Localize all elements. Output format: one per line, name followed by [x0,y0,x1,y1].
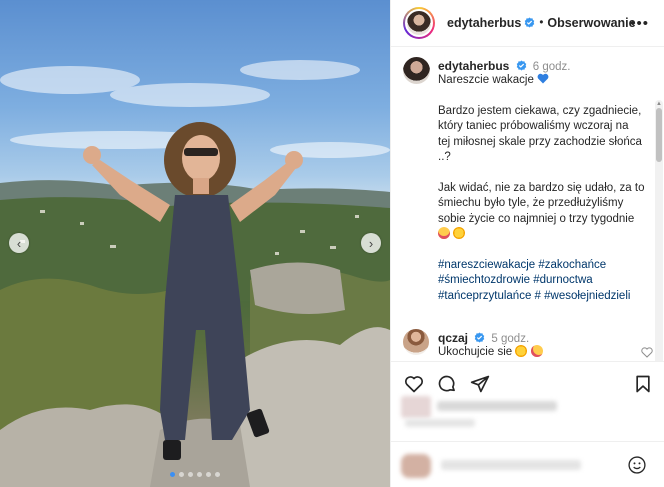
caption-paragraph-2: Bardzo jestem ciekawa, czy zgadniecie, k… [438,104,642,164]
following-button[interactable]: Obserwowanie [547,16,635,30]
comment-item: qczaj 5 godz. Ukochujcie sie [403,329,653,361]
comment-icon[interactable] [437,374,457,394]
post-header: edytaherbus • Obserwowanie ••• [391,0,664,47]
carousel-dot [188,472,193,477]
bookmark-icon[interactable] [633,374,653,394]
post-caption: edytaherbus 6 godz. Nareszcie wakacje Ba… [403,57,653,304]
sun-emoji-icon [453,227,466,239]
kissing-face-emoji-icon [530,345,543,357]
caption-emojis [438,227,653,243]
likes-summary-blurred [401,393,561,427]
caption-line-1: Nareszcie wakacje [438,73,653,89]
comment-text: Ukochujcie sie [438,345,653,361]
blue-heart-emoji-icon [537,73,549,84]
caption-hashtags[interactable]: #nareszciewakacje #zakochańce #śmiechtoz… [438,258,653,305]
author-avatar[interactable] [403,7,435,39]
scroll-thumb[interactable] [656,108,662,162]
comment-time[interactable]: 5 godz. [491,333,529,345]
comments-scrollbar[interactable]: ▲ ▼ [655,100,663,361]
carousel-prev-button[interactable]: ‹ [9,233,29,253]
carousel-dot [179,472,184,477]
chevron-right-icon: › [368,235,374,251]
share-icon[interactable] [470,374,490,394]
caption-paragraph-3: Jak widać, nie za bardzo się udało, za t… [438,181,653,243]
caption-avatar[interactable] [403,57,430,84]
caption-username[interactable]: edytaherbus [438,59,509,73]
post-panel: edytaherbus • Obserwowanie ••• edytaherb… [390,0,664,487]
winking-tongue-emoji-icon [438,227,450,239]
emoji-icon[interactable] [627,455,647,475]
comment-input-blurred[interactable] [401,454,431,478]
post-photo[interactable]: ‹ › [0,0,390,487]
header-separator: • [539,17,544,29]
author-username[interactable]: edytaherbus [447,16,535,30]
carousel-dot [170,472,175,477]
add-comment-bar[interactable] [391,441,664,487]
rock-outcrop [250,262,345,314]
more-options-icon[interactable]: ••• [630,15,649,32]
caption-time[interactable]: 6 godz. [533,61,571,73]
carousel-dot [197,472,202,477]
commenter-avatar[interactable] [403,329,429,355]
sun-emoji-icon [515,345,528,357]
heart-icon[interactable] [404,374,424,394]
commenter-username[interactable]: qczaj [438,331,468,345]
carousel-dot [206,472,211,477]
chevron-left-icon: ‹ [16,235,22,251]
comments-area[interactable]: edytaherbus 6 godz. Nareszcie wakacje Ba… [391,48,664,361]
carousel-dot [215,472,220,477]
carousel-next-button[interactable]: › [361,233,381,253]
verified-badge-icon [474,332,485,343]
verified-badge-icon [516,60,526,71]
photo-scene [0,60,390,487]
comment-heart-icon[interactable] [641,347,653,358]
verified-badge-icon [525,17,535,28]
carousel-dots [0,472,390,477]
